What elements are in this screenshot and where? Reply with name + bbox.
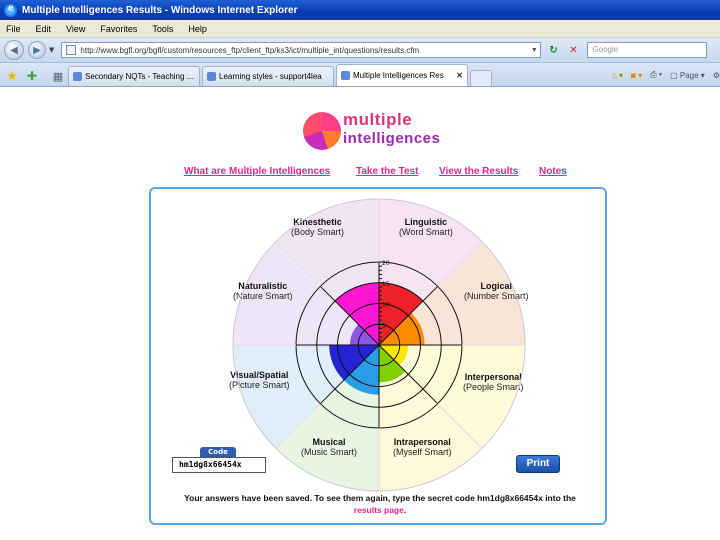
page-menu[interactable]: ▢ Page ▾ [670,71,705,80]
tab-label: Learning styles - support4lea [219,72,322,81]
sector-divider [275,403,321,449]
code-label: Code [200,447,236,457]
print-button[interactable]: Print [516,455,560,473]
tab-learning-styles[interactable]: Learning styles - support4lea [202,66,334,86]
tab-favicon-icon [207,72,216,81]
results-page-link[interactable]: results page [354,505,404,515]
logo-line-2: intelligences [343,130,441,147]
menu-bar: File Edit View Favorites Tools Help [0,20,720,38]
sector-divider [437,403,483,449]
new-tab-button[interactable] [470,70,492,86]
menu-favorites[interactable]: Favorites [100,24,137,34]
nav-notes[interactable]: Notes [539,166,567,177]
page-menu-label: Page [679,70,699,80]
menu-edit[interactable]: Edit [36,24,52,34]
home-icon[interactable]: ⌂ ▾ [612,71,623,80]
search-input[interactable]: Google [587,42,708,58]
code-field[interactable]: hm1dg8x66454x [172,457,266,473]
mi-logo: multiple intelligences [303,108,453,156]
results-wheel: 20 15 10 5 [232,198,526,492]
add-favorites-icon[interactable]: ✚ [24,66,40,86]
menu-view[interactable]: View [66,24,85,34]
saved-message-end: . [403,505,407,515]
tab-multiple-intelligences[interactable]: Multiple Intelligences Res ✕ [336,64,468,86]
tab-bar: ★ ✚ ▦ Secondary NQTs - Teaching ... Lear… [0,63,720,87]
scale-label: 15 [382,281,390,288]
address-dropdown-icon[interactable]: ▼ [528,47,540,54]
saved-message: Your answers have been saved. To see the… [151,492,605,516]
forward-arrow-icon: ▶ [33,44,41,56]
tab-label: Multiple Intelligences Res [353,71,444,80]
refresh-button[interactable]: ↻ [545,42,561,58]
site-nav: What are Multiple Intelligences Take the… [184,166,584,180]
nav-view-results[interactable]: View the Results [439,166,518,177]
sector-divider [437,241,483,287]
page-icon [66,45,77,55]
print-icon[interactable]: ⎙ ▾ [650,70,662,80]
logo-swirl-icon [303,112,341,150]
feeds-icon[interactable]: ◙ ▾ [631,71,642,80]
tools-menu-icon[interactable]: ⚙ [713,71,720,80]
scale-label: 5 [382,322,386,329]
saved-message-text: Your answers have been saved. To see the… [184,493,576,503]
address-toolbar: ◀ ▶ ▼ http://www.bgfl.org/bgfl/custom/re… [0,38,720,63]
tab-secondary-nqts[interactable]: Secondary NQTs - Teaching ... [68,66,200,86]
nav-take-the-test[interactable]: Take the Test [356,166,418,177]
window-titlebar: Multiple Intelligences Results - Windows… [0,0,720,20]
nav-what-are-mi[interactable]: What are Multiple Intelligences [184,166,330,177]
forward-button[interactable]: ▶ [28,41,46,59]
tab-favicon-icon [73,72,82,81]
history-dropdown-icon[interactable]: ▼ [49,46,54,54]
sector-divider [275,241,321,287]
code-widget: Code hm1dg8x66454x [172,447,266,473]
window-title: Multiple Intelligences Results - Windows… [22,4,298,16]
favorites-star-icon[interactable]: ★ [4,66,20,86]
address-url[interactable]: http://www.bgfl.org/bgfl/custom/resource… [80,46,528,55]
back-arrow-icon: ◀ [10,44,18,56]
stop-icon: ✕ [569,44,578,56]
command-bar: ⌂ ▾ ◙ ▾ ⎙ ▾ ▢ Page ▾ ⚙ [604,64,720,86]
quick-tabs-icon[interactable]: ▦ [50,66,66,86]
stop-button[interactable]: ✕ [565,42,581,58]
ie-icon [4,3,17,17]
menu-tools[interactable]: Tools [152,24,173,34]
menu-help[interactable]: Help [188,24,207,34]
back-button[interactable]: ◀ [4,40,24,60]
menu-file[interactable]: File [6,24,21,34]
address-field[interactable]: http://www.bgfl.org/bgfl/custom/resource… [61,42,542,58]
scale-label: 10 [382,302,390,309]
tab-label: Secondary NQTs - Teaching ... [85,72,194,81]
close-tab-icon[interactable]: ✕ [456,71,463,80]
page-content: multiple intelligences What are Multiple… [0,88,720,540]
refresh-icon: ↻ [549,44,558,56]
results-panel: Kinesthetic (Body Smart) Linguistic (Wor… [149,187,607,525]
scale-label: 20 [382,260,390,267]
logo-line-1: multiple [343,110,413,129]
tab-favicon-icon [341,71,350,80]
